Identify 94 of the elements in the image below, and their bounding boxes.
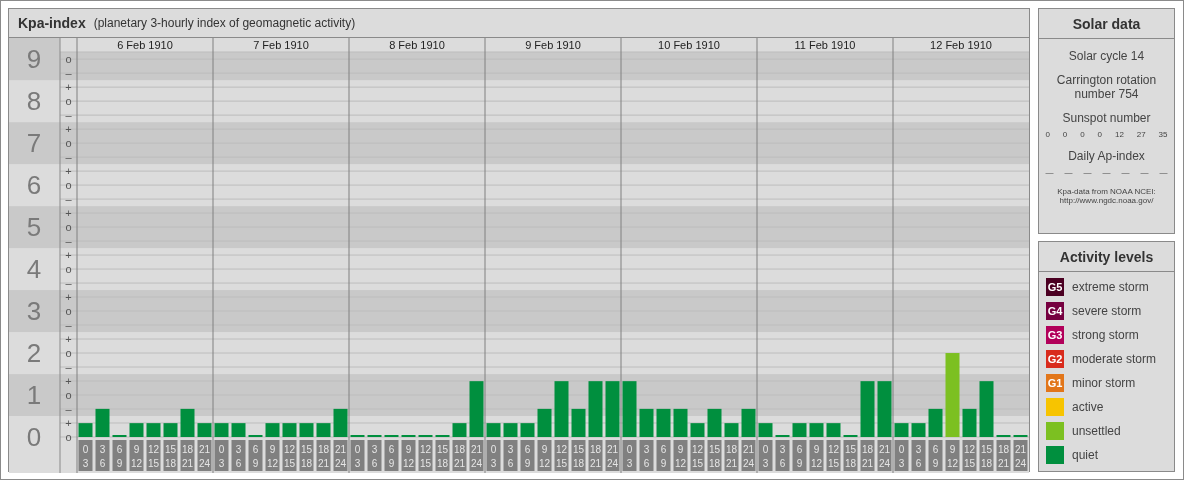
sublevel-label: o [65, 388, 72, 401]
day-label: 9 Feb 1910 [525, 38, 581, 51]
level-label: moderate storm [1072, 352, 1157, 366]
sublevel-label: + [65, 332, 72, 345]
sublevel-label: o [65, 137, 72, 149]
sublevel-label: + [65, 123, 72, 135]
data-source-note: http://www.ngdc.noaa.gov/ [1059, 196, 1154, 205]
sunspot-title: Sunspot number [1061, 111, 1152, 125]
kp-level-label: 3 [26, 295, 42, 326]
sublevel-label: o [65, 53, 72, 65]
kp-bar [367, 434, 382, 437]
panel-title: Solar data [1039, 9, 1174, 39]
sunspot-value: 27 [1136, 130, 1146, 139]
sunspot-value: 0 [1062, 130, 1068, 139]
kp-bar [775, 434, 790, 437]
sunspot-value: 12 [1114, 130, 1124, 139]
day-label: 7 Feb 1910 [253, 38, 309, 51]
ap-index-value: — [1121, 168, 1130, 177]
level-badge: G5 [1046, 278, 1064, 296]
day-label: 6 Feb 1910 [117, 38, 173, 51]
day-label: 10 Feb 1910 [658, 38, 720, 51]
kp-bar [418, 434, 433, 437]
level-badge: G4 [1046, 302, 1064, 320]
level-label: unsettled [1072, 424, 1121, 438]
sublevel-label: + [65, 374, 72, 387]
kp-level-label: 0 [26, 421, 42, 452]
solar-cycle: Solar cycle 14 [1067, 49, 1146, 63]
sublevel-label: – [65, 151, 72, 163]
kp-bar [248, 434, 263, 437]
level-label: quiet [1072, 448, 1099, 462]
sunspot-value: 0 [1080, 130, 1085, 139]
sublevel-label: o [65, 430, 72, 443]
kp-bar [401, 434, 416, 437]
ap-index-value: — [1102, 168, 1111, 177]
sublevel-label: + [65, 248, 72, 261]
level-badge: G2 [1046, 350, 1064, 368]
sublevel-label: – [65, 234, 72, 247]
sublevel-label: o [65, 95, 72, 107]
chart-subtitle: (planetary 3-hourly index of geomagnetic activity) [93, 15, 356, 30]
level-label: minor storm [1072, 376, 1136, 390]
level-label: strong storm [1072, 328, 1139, 342]
kp-level-label: 1 [26, 379, 42, 410]
sublevel-label: – [65, 67, 72, 79]
sublevel-label: + [65, 164, 72, 177]
day-label: 8 Feb 1910 [389, 38, 445, 51]
kp-bar [996, 434, 1011, 437]
sublevel-label: o [65, 178, 72, 191]
kp-level-label: 4 [26, 253, 42, 284]
sunspot-value: 0 [1097, 130, 1103, 139]
level-label: extreme storm [1072, 280, 1149, 294]
sublevel-label: – [65, 402, 72, 415]
sublevel-label: + [65, 290, 72, 303]
sublevel-label: o [65, 304, 72, 317]
kp-bar [435, 434, 450, 437]
kp-bar [384, 434, 399, 437]
sublevel-label: + [65, 206, 72, 219]
sublevel-label: – [65, 360, 72, 373]
ap-index-value: — [1083, 168, 1092, 177]
chart-title: Kpa-index [18, 14, 86, 31]
sublevel-label: + [65, 81, 72, 93]
ap-index-value: — [1140, 168, 1149, 177]
panel-title: Activity levels [1039, 242, 1174, 272]
sublevel-label: – [65, 109, 72, 121]
kp-bar [112, 434, 127, 437]
level-label: active [1072, 400, 1104, 414]
ap-index-title: Daily Ap-index [1067, 149, 1146, 163]
sunspot-value: 0 [1045, 130, 1050, 139]
day-label: 11 Feb 1910 [794, 38, 856, 51]
ap-index-value: — [1064, 168, 1073, 177]
carrington-rotation: Carrington rotation number 754 [1055, 73, 1158, 101]
kp-level-label: 2 [26, 337, 42, 368]
level-label: severe storm [1072, 304, 1142, 318]
kp-bar [350, 434, 365, 437]
kp-level-label: 6 [26, 169, 42, 200]
kp-level-label: 5 [26, 211, 42, 242]
data-source-note: Kpa-data from NOAA NCEI: [1057, 187, 1156, 196]
ap-index-value: — [1045, 168, 1054, 177]
sublevel-label: + [65, 416, 72, 429]
kp-level-label: 8 [26, 86, 42, 116]
day-label: 12 Feb 1910 [930, 38, 992, 51]
kp-bar [1013, 434, 1028, 437]
sublevel-label: o [65, 262, 72, 275]
sublevel-label: – [65, 276, 72, 289]
ap-index-value: — [1159, 168, 1168, 177]
kp-bar [843, 434, 858, 437]
level-badge: G1 [1046, 374, 1064, 392]
kp-level-label: 7 [26, 128, 42, 158]
kp-level-label: 9 [26, 44, 42, 74]
sublevel-label: o [65, 220, 72, 233]
level-badge: G3 [1046, 326, 1064, 344]
sublevel-label: – [65, 192, 72, 205]
sunspot-value: 35 [1158, 130, 1168, 139]
sublevel-label: o [65, 346, 72, 359]
sublevel-label: – [65, 318, 72, 331]
